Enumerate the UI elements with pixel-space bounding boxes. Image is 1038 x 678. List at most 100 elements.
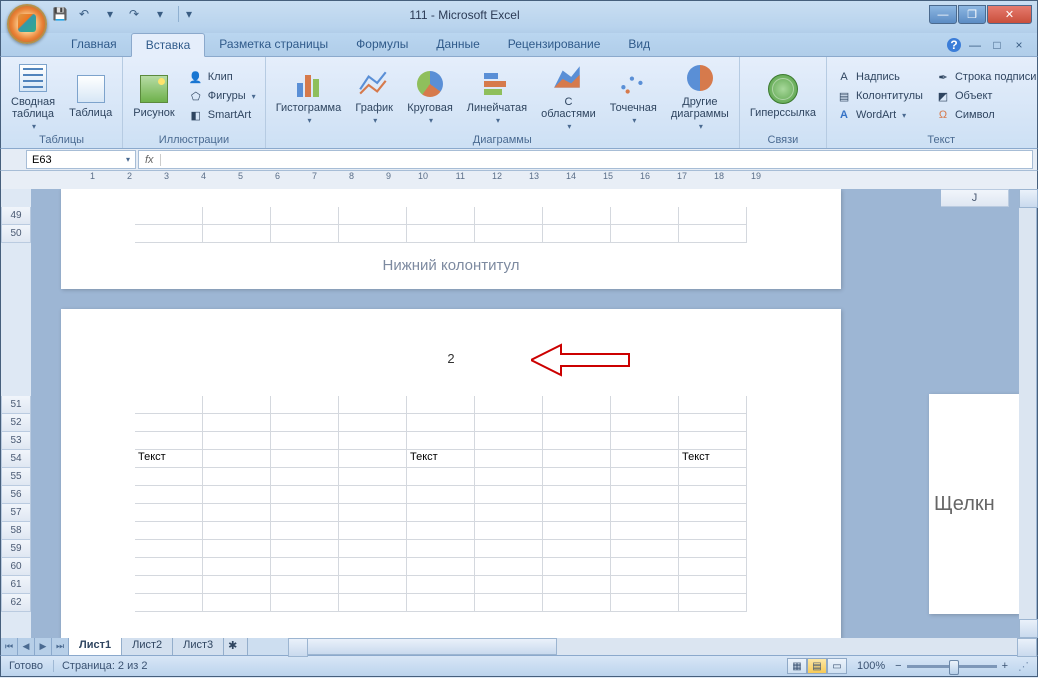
clipart-icon: 👤 — [188, 69, 204, 85]
redo-dropdown-icon[interactable]: ▾ — [152, 6, 168, 22]
horizontal-scrollbar[interactable] — [288, 638, 1037, 655]
group-tables: Сводная таблица▾ Таблица Таблицы — [1, 57, 123, 148]
office-button[interactable] — [7, 4, 47, 44]
help-icon[interactable]: ? — [947, 38, 961, 52]
vertical-scrollbar[interactable] — [1019, 189, 1036, 638]
status-bar: Готово Страница: 2 из 2 ▦▤▭ 100% − + ⋰ — [0, 655, 1038, 677]
save-icon[interactable]: 💾 — [52, 6, 68, 22]
minimize-button[interactable]: — — [929, 5, 957, 24]
donut-icon — [687, 65, 713, 91]
page-2: 2 ТекстТекстТекст — [61, 309, 841, 638]
row-header[interactable]: 49 — [1, 207, 31, 225]
tab-insert[interactable]: Вставка — [131, 33, 206, 57]
ribbon: Сводная таблица▾ Таблица Таблицы Рисунок… — [0, 57, 1038, 149]
histogram-button[interactable]: Гистограмма▾ — [271, 66, 347, 127]
fx-icon[interactable]: fx — [139, 154, 161, 166]
hyperlink-button[interactable]: Гиперссылка — [745, 71, 821, 121]
col-header[interactable]: J — [941, 189, 1009, 207]
zoom-out-icon[interactable]: − — [895, 660, 901, 672]
nav-first-icon[interactable]: ⏮ — [1, 638, 18, 655]
smartart-icon: ◧ — [188, 107, 204, 123]
shapes-icon: ⬠ — [188, 88, 204, 104]
object-button[interactable]: ◩Объект — [931, 87, 1038, 105]
tab-view[interactable]: Вид — [614, 33, 664, 56]
group-links: Гиперссылка Связи — [740, 57, 827, 148]
new-sheet-button[interactable]: ✱ — [224, 638, 248, 655]
hbarchart-icon — [484, 69, 510, 99]
textbox-icon: A — [836, 69, 852, 85]
sheet-tab-1[interactable]: Лист1 — [69, 638, 122, 655]
piechart-icon — [417, 71, 443, 97]
name-box[interactable]: E63▾ — [26, 150, 136, 169]
tab-review[interactable]: Рецензирование — [494, 33, 615, 56]
barchart-button[interactable]: Линейчатая▾ — [462, 66, 532, 127]
qat-customize-icon[interactable]: ▾ — [178, 6, 194, 22]
group-charts: Гистограмма▾ График▾ Круговая▾ Линейчата… — [266, 57, 740, 148]
undo-icon[interactable]: ↶ — [76, 6, 92, 22]
close-window-icon[interactable]: × — [1011, 37, 1027, 53]
redo-icon[interactable]: ↷ — [126, 6, 142, 22]
horizontal-ruler: 12345678910111213141516171819 — [0, 171, 1038, 189]
picture-button[interactable]: Рисунок — [128, 71, 180, 121]
headerfooter-button[interactable]: ▤Колонтитулы — [832, 87, 927, 105]
wordart-button[interactable]: AWordArt▾ — [832, 106, 927, 124]
minimize-window-icon[interactable]: — — [967, 37, 983, 53]
zoom-level[interactable]: 100% — [857, 660, 885, 672]
view-pagelayout-icon[interactable]: ▤ — [807, 658, 827, 674]
close-button[interactable]: ✕ — [987, 5, 1032, 24]
scatter-icon — [617, 68, 649, 100]
restore-window-icon[interactable]: □ — [989, 37, 1005, 53]
othercharts-button[interactable]: Другие диаграммы▾ — [666, 60, 734, 133]
group-links-label: Связи — [745, 133, 821, 148]
cell[interactable] — [135, 207, 203, 225]
page-footer-label[interactable]: Нижний колонтитул — [61, 243, 841, 288]
row-header[interactable]: 50 — [1, 225, 31, 243]
undo-dropdown-icon[interactable]: ▾ — [102, 6, 118, 22]
group-text: AНадпись ▤Колонтитулы AWordArt▾ ✒Строка … — [827, 57, 1038, 148]
tab-formulas[interactable]: Формулы — [342, 33, 422, 56]
piechart-button[interactable]: Круговая▾ — [402, 66, 458, 127]
tab-data[interactable]: Данные — [422, 33, 493, 56]
areachart-button[interactable]: С областями▾ — [536, 60, 601, 133]
sheet-tab-3[interactable]: Лист3 — [173, 638, 224, 655]
signature-icon: ✒ — [935, 69, 951, 85]
shapes-button[interactable]: ⬠Фигуры▾ — [184, 87, 260, 105]
quick-access-toolbar: 💾 ↶ ▾ ↷ ▾ ▾ — [52, 6, 194, 22]
pivottable-icon — [19, 64, 47, 92]
view-pagebreak-icon[interactable]: ▭ — [827, 658, 847, 674]
zoom-slider[interactable] — [907, 665, 997, 668]
signatureline-button[interactable]: ✒Строка подписи▾ — [931, 68, 1038, 86]
resize-grip-icon[interactable]: ⋰ — [1018, 660, 1029, 673]
object-icon: ◩ — [935, 88, 951, 104]
linechart-button[interactable]: График▾ — [350, 66, 398, 127]
status-page: Страница: 2 из 2 — [53, 660, 148, 672]
clipart-button[interactable]: 👤Клип — [184, 68, 260, 86]
view-buttons: ▦▤▭ — [787, 658, 847, 674]
nav-prev-icon[interactable]: ◀ — [18, 638, 35, 655]
table-button[interactable]: Таблица — [64, 71, 117, 121]
textbox-button[interactable]: AНадпись — [832, 68, 927, 86]
tab-home[interactable]: Главная — [57, 33, 131, 56]
smartart-button[interactable]: ◧SmartArt — [184, 106, 260, 124]
formula-input[interactable]: fx — [138, 150, 1033, 169]
maximize-button[interactable]: ❐ — [958, 5, 986, 24]
sheet-tab-2[interactable]: Лист2 — [122, 638, 173, 655]
arrow-annotation-icon — [531, 343, 631, 377]
pivottable-button[interactable]: Сводная таблица▾ — [6, 60, 60, 133]
nav-last-icon[interactable]: ⏭ — [52, 638, 69, 655]
sheet-nav: ⏮◀▶⏭ — [1, 638, 69, 655]
status-ready: Готово — [9, 660, 43, 672]
tab-pagelayout[interactable]: Разметка страницы — [205, 33, 342, 56]
cell-text[interactable]: Текст — [135, 450, 203, 468]
headerfooter-icon: ▤ — [836, 88, 852, 104]
next-page-hint[interactable]: Щелкн — [929, 394, 1019, 614]
scatterchart-button[interactable]: Точечная▾ — [605, 66, 662, 127]
worksheet-area: 49 50 515253545556575859606162 ABCDEFGHI… — [0, 189, 1038, 638]
zoom-in-icon[interactable]: + — [1002, 660, 1008, 672]
symbol-icon: Ω — [935, 107, 951, 123]
view-normal-icon[interactable]: ▦ — [787, 658, 807, 674]
nav-next-icon[interactable]: ▶ — [35, 638, 52, 655]
row-header[interactable]: 51 — [1, 396, 31, 414]
symbol-button[interactable]: ΩСимвол — [931, 106, 1038, 124]
page-number: 2 — [61, 309, 841, 396]
